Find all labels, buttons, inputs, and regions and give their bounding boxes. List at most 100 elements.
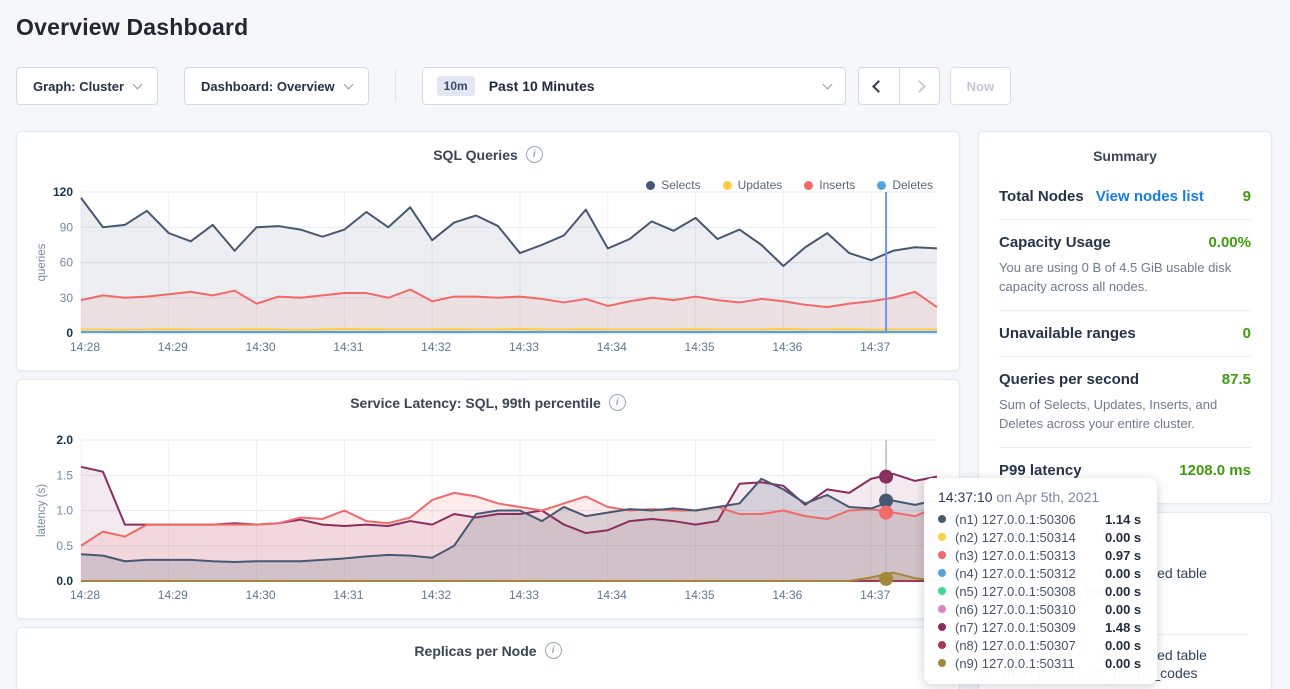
unavailable-ranges-label: Unavailable ranges: [999, 325, 1136, 342]
svg-text:0: 0: [66, 326, 73, 340]
now-button[interactable]: Now: [950, 67, 1011, 105]
time-range-dropdown[interactable]: 10m Past 10 Minutes: [422, 67, 846, 105]
time-range-label: Past 10 Minutes: [489, 78, 824, 94]
series-color-dot: [938, 551, 946, 559]
chevron-down-icon: [343, 79, 353, 89]
charts-column: SQL Queries i SelectsUpdatesInsertsDelet…: [16, 131, 960, 689]
node-latency-value: 1.48 s: [1105, 620, 1141, 635]
tooltip-node-row: (n5) 127.0.0.1:503080.00 s: [938, 582, 1143, 600]
tooltip-node-row: (n1) 127.0.0.1:503061.14 s: [938, 510, 1143, 528]
tooltip-node-row: (n8) 127.0.0.1:503070.00 s: [938, 636, 1143, 654]
summary-panel: Summary Total Nodes View nodes list 9 Ca…: [978, 131, 1272, 504]
node-address: (n2) 127.0.0.1:50314: [955, 530, 1105, 545]
tooltip-node-row: (n3) 127.0.0.1:503130.97 s: [938, 546, 1143, 564]
series-color-dot: [938, 569, 946, 577]
svg-text:1.0: 1.0: [56, 504, 73, 518]
tooltip-node-row: (n4) 127.0.0.1:503120.00 s: [938, 564, 1143, 582]
node-address: (n7) 127.0.0.1:50309: [955, 620, 1105, 635]
info-icon[interactable]: i: [545, 642, 562, 659]
svg-text:14:34: 14:34: [597, 588, 627, 602]
page-title: Overview Dashboard: [16, 14, 1274, 41]
series-color-dot: [938, 623, 946, 631]
graph-scope-label: Graph: Cluster: [33, 79, 124, 94]
chart-hover-tooltip: 14:37:10 on Apr 5th, 2021 (n1) 127.0.0.1…: [924, 478, 1157, 684]
total-nodes-label: Total Nodes: [999, 188, 1084, 205]
node-address: (n9) 127.0.0.1:50311: [955, 656, 1105, 671]
node-latency-value: 0.00 s: [1105, 530, 1141, 545]
capacity-usage-label: Capacity Usage: [999, 234, 1111, 251]
svg-text:14:35: 14:35: [685, 588, 715, 602]
svg-text:90: 90: [60, 220, 74, 234]
capacity-usage-value: 0.00%: [1208, 234, 1251, 251]
svg-text:14:32: 14:32: [421, 340, 451, 354]
qps-label: Queries per second: [999, 371, 1139, 388]
node-address: (n8) 127.0.0.1:50307: [955, 638, 1105, 653]
summary-title: Summary: [999, 148, 1251, 174]
p99-latency-value: 1208.0 ms: [1179, 462, 1251, 479]
series-color-dot: [938, 587, 946, 595]
series-color-dot: [938, 605, 946, 613]
svg-text:14:28: 14:28: [70, 588, 100, 602]
svg-text:120: 120: [53, 185, 73, 199]
tooltip-node-row: (n2) 127.0.0.1:503140.00 s: [938, 528, 1143, 546]
tooltip-node-row: (n9) 127.0.0.1:503110.00 s: [938, 654, 1143, 672]
svg-text:latency (s): latency (s): [36, 484, 48, 537]
tooltip-rows: (n1) 127.0.0.1:503061.14 s(n2) 127.0.0.1…: [938, 510, 1143, 672]
node-latency-value: 0.00 s: [1105, 602, 1141, 617]
svg-text:14:31: 14:31: [333, 340, 363, 354]
chevron-down-icon: [133, 79, 143, 89]
node-latency-value: 0.00 s: [1105, 656, 1141, 671]
time-back-button[interactable]: [859, 68, 899, 104]
chart-title: SQL Queries: [433, 147, 518, 163]
node-latency-value: 0.97 s: [1105, 548, 1141, 563]
svg-text:14:31: 14:31: [333, 588, 363, 602]
tooltip-node-row: (n7) 127.0.0.1:503091.48 s: [938, 618, 1143, 636]
overview-dashboard-page: Overview Dashboard Graph: Cluster Dashbo…: [0, 0, 1290, 689]
toolbar-divider: [395, 70, 396, 102]
node-address: (n6) 127.0.0.1:50310: [955, 602, 1105, 617]
chevron-down-icon: [822, 79, 832, 89]
dashboard-dropdown[interactable]: Dashboard: Overview: [184, 67, 369, 105]
service-latency-chart[interactable]: 0.00.51.01.52.014:2814:2914:3014:3114:32…: [33, 428, 945, 608]
view-nodes-list-link[interactable]: View nodes list: [1096, 188, 1204, 205]
qps-desc: Sum of Selects, Updates, Inserts, and De…: [999, 395, 1251, 433]
total-nodes-row: Total Nodes View nodes list 9: [999, 174, 1251, 219]
svg-text:14:30: 14:30: [246, 588, 276, 602]
time-step-buttons: [858, 67, 940, 105]
svg-text:0.5: 0.5: [56, 539, 73, 553]
time-forward-button[interactable]: [899, 68, 939, 104]
chart-title: Service Latency: SQL, 99th percentile: [350, 395, 601, 411]
svg-text:14:36: 14:36: [772, 588, 802, 602]
unavailable-ranges-row: Unavailable ranges 0: [999, 310, 1251, 356]
sql-queries-chart[interactable]: 030609012014:2814:2914:3014:3114:3214:33…: [33, 180, 945, 360]
node-latency-value: 1.14 s: [1105, 512, 1141, 527]
node-latency-value: 0.00 s: [1105, 584, 1141, 599]
time-range-badge: 10m: [437, 76, 475, 96]
graph-scope-dropdown[interactable]: Graph: Cluster: [16, 67, 158, 105]
svg-text:2.0: 2.0: [56, 433, 73, 447]
svg-text:14:30: 14:30: [246, 340, 276, 354]
info-icon[interactable]: i: [526, 146, 543, 163]
replicas-per-node-chart-card: Replicas per Node i: [16, 627, 960, 689]
p99-latency-label: P99 latency: [999, 462, 1082, 479]
svg-text:14:29: 14:29: [158, 340, 188, 354]
svg-text:14:33: 14:33: [509, 340, 539, 354]
info-icon[interactable]: i: [609, 394, 626, 411]
svg-text:1.5: 1.5: [56, 468, 73, 482]
series-color-dot: [938, 659, 946, 667]
capacity-usage-row: Capacity Usage 0.00% You are using 0 B o…: [999, 219, 1251, 310]
svg-text:0.0: 0.0: [56, 574, 73, 588]
node-address: (n3) 127.0.0.1:50313: [955, 548, 1105, 563]
sql-queries-chart-card: SQL Queries i SelectsUpdatesInsertsDelet…: [16, 131, 960, 371]
capacity-usage-desc: You are using 0 B of 4.5 GiB usable disk…: [999, 258, 1251, 296]
dashboard-label: Dashboard: Overview: [201, 79, 335, 94]
svg-text:14:37: 14:37: [860, 588, 890, 602]
total-nodes-value: 9: [1243, 188, 1251, 205]
svg-text:14:29: 14:29: [158, 588, 188, 602]
service-latency-chart-card: Service Latency: SQL, 99th percentile i …: [16, 379, 960, 619]
series-color-dot: [938, 515, 946, 523]
series-color-dot: [938, 641, 946, 649]
node-address: (n4) 127.0.0.1:50312: [955, 566, 1105, 581]
svg-text:14:36: 14:36: [772, 340, 802, 354]
tooltip-node-row: (n6) 127.0.0.1:503100.00 s: [938, 600, 1143, 618]
